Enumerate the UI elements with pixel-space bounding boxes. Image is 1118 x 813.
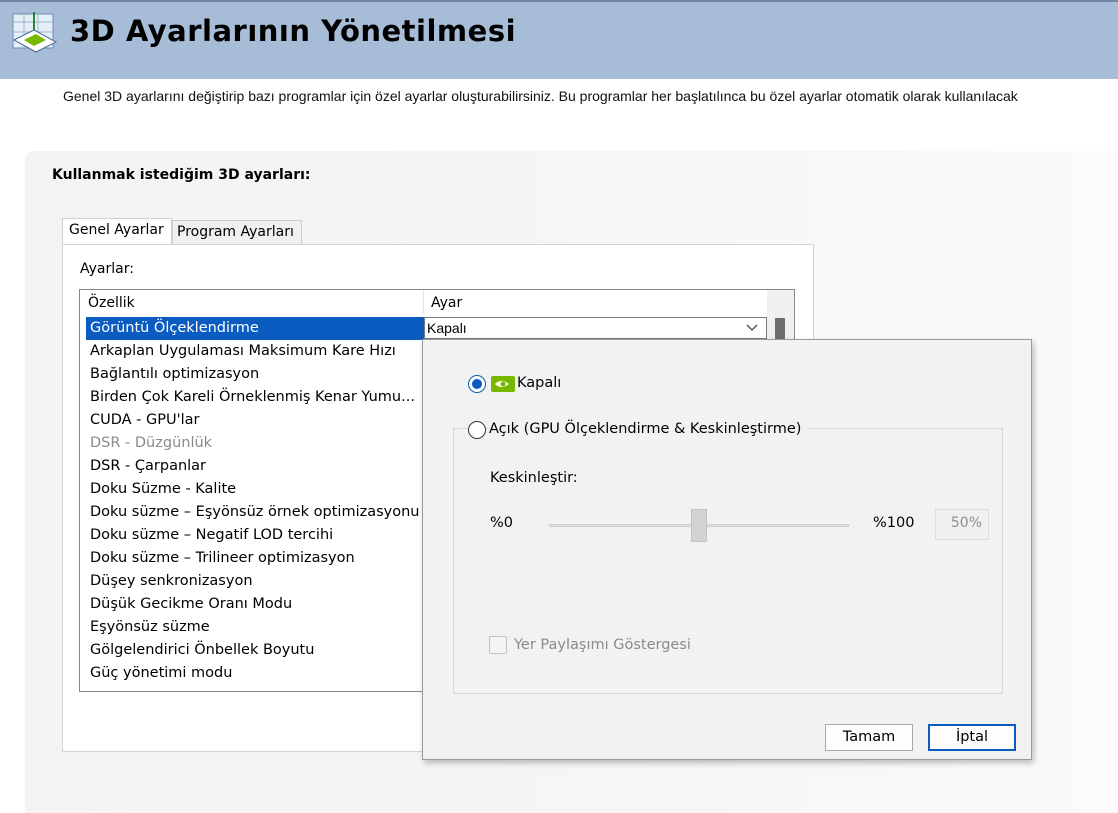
section-label: Kullanmak istediğim 3D ayarları: <box>52 167 311 183</box>
list-item[interactable]: Birden Çok Kareli Örneklenmiş Kenar Yumu… <box>86 386 424 409</box>
list-item[interactable]: Doku süzme – Negatif LOD tercihi <box>86 524 424 547</box>
sharpen-label: Keskinleştir: <box>490 470 578 486</box>
sharpen-slider-thumb[interactable] <box>691 509 707 542</box>
list-item[interactable]: Bağlantılı optimizasyon <box>86 363 424 386</box>
tab-program-settings[interactable]: Program Ayarları <box>172 220 302 244</box>
list-item[interactable]: Düşük Gecikme Oranı Modu <box>86 593 424 616</box>
list-item[interactable]: DSR - Düzgünlük <box>86 432 424 455</box>
slider-min-label: %0 <box>490 515 514 531</box>
list-item[interactable]: Eşyönsüz süzme <box>86 616 424 639</box>
scaling-options-popup: Kapalı Açık (GPU Ölçeklendirme & Keskinl… <box>422 339 1032 760</box>
list-item[interactable]: DSR - Çarpanlar <box>86 455 424 478</box>
page-header: 3D Ayarlarının Yönetilmesi <box>0 0 1118 79</box>
nvidia-logo-icon <box>491 376 515 392</box>
list-item[interactable]: Düşey senkronizasyon <box>86 570 424 593</box>
sharpen-value-field[interactable]: 50% <box>935 509 989 540</box>
settings-label: Ayarlar: <box>80 261 134 277</box>
radio-off-label[interactable]: Kapalı <box>517 375 561 391</box>
slider-max-label: %100 <box>873 515 915 531</box>
ok-button[interactable]: Tamam <box>825 724 913 751</box>
overlay-indicator-checkbox[interactable] <box>489 636 507 654</box>
radio-on-label[interactable]: Açık (GPU Ölçeklendirme & Keskinleştirme… <box>489 421 808 437</box>
list-item[interactable]: CUDA - GPU'lar <box>86 409 424 432</box>
column-header-setting[interactable]: Ayar <box>424 290 767 314</box>
tab-global-settings[interactable]: Genel Ayarlar <box>62 218 172 244</box>
overlay-indicator-label[interactable]: Yer Paylaşımı Göstergesi <box>514 637 691 653</box>
list-item[interactable]: Arkaplan Uygulaması Maksimum Kare Hızı <box>86 340 424 363</box>
dropdown-value: Kapalı <box>427 320 467 336</box>
list-item[interactable]: Doku Süzme - Kalite <box>86 478 424 501</box>
cancel-button[interactable]: İptal <box>928 724 1016 751</box>
chevron-down-icon <box>746 324 758 331</box>
scrollbar-thumb[interactable] <box>775 318 785 340</box>
list-item-selected[interactable]: Görüntü Ölçeklendirme <box>86 317 424 340</box>
setting-value-dropdown[interactable]: Kapalı <box>424 317 767 339</box>
list-item[interactable]: Doku süzme – Eşyönsüz örnek optimizasyon… <box>86 501 424 524</box>
radio-off[interactable] <box>468 375 486 393</box>
nvidia-3d-settings-icon <box>12 12 58 53</box>
radio-on[interactable] <box>468 421 486 439</box>
list-item[interactable]: Güç yönetimi modu <box>86 662 424 685</box>
column-header-feature[interactable]: Özellik <box>80 290 424 314</box>
sharpening-groupbox <box>453 428 1003 694</box>
page-title: 3D Ayarlarının Yönetilmesi <box>70 14 517 48</box>
list-item[interactable]: Gölgelendirici Önbellek Boyutu <box>86 639 424 662</box>
list-item[interactable]: Doku süzme – Trilineer optimizasyon <box>86 547 424 570</box>
page-description: Genel 3D ayarlarını değiştirip bazı prog… <box>63 88 1018 104</box>
